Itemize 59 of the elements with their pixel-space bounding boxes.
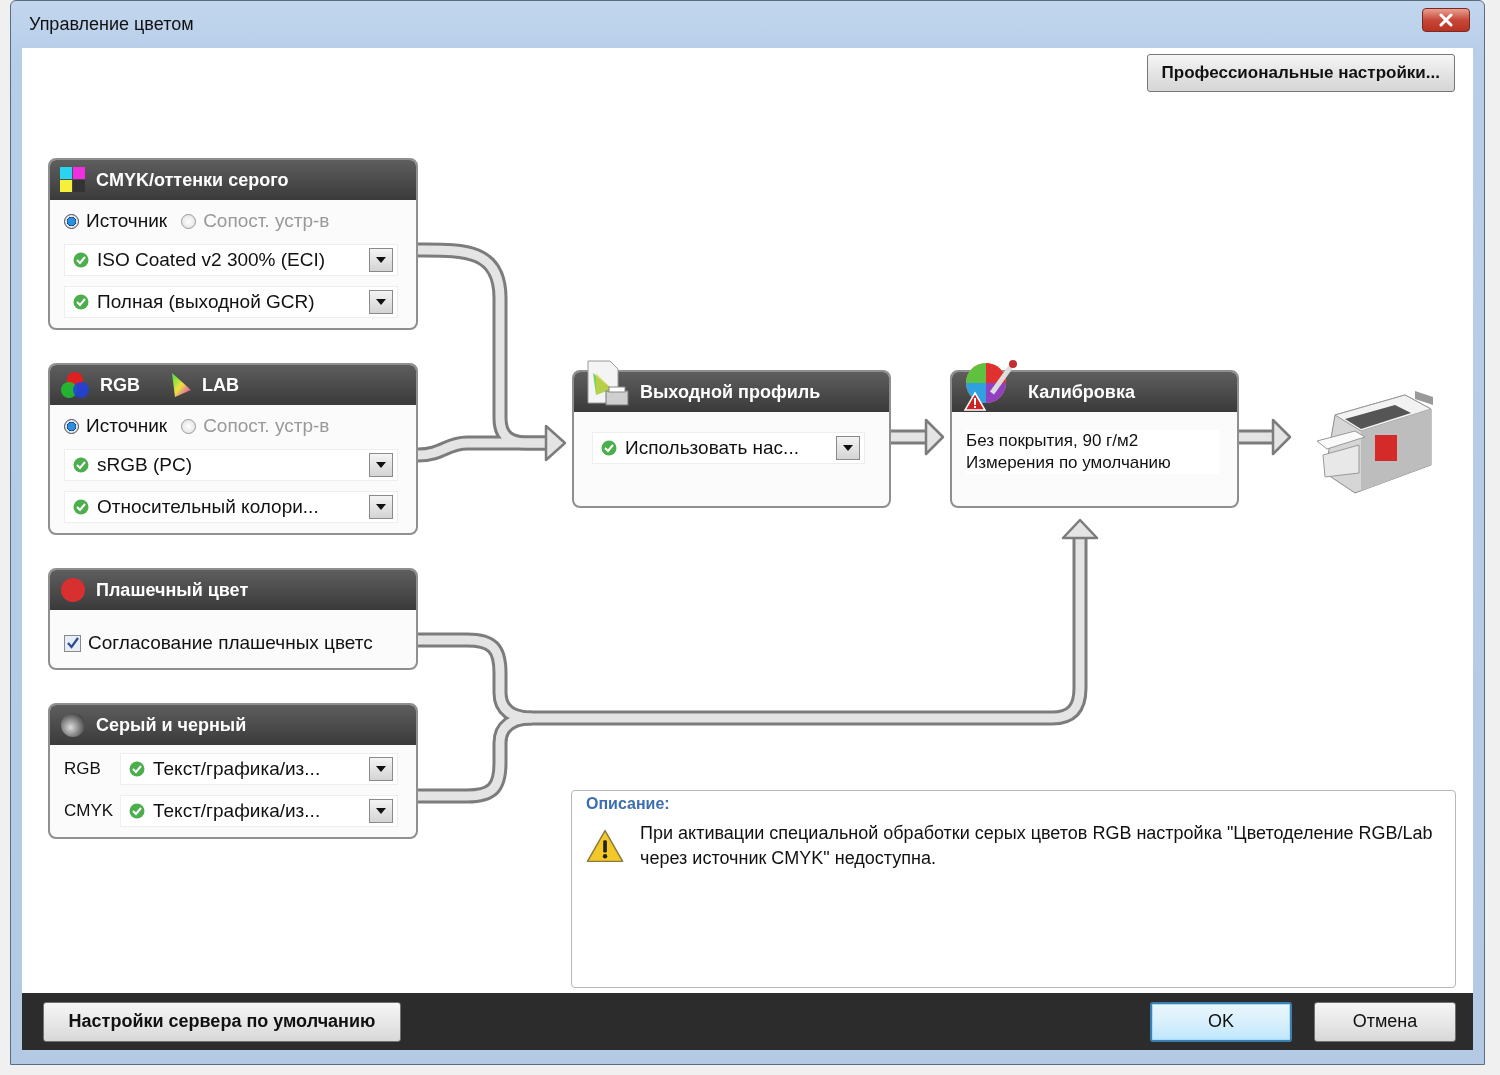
caret-icon <box>375 256 387 264</box>
checkbox[interactable] <box>64 634 81 652</box>
dropdown-arrow-button[interactable] <box>369 799 393 823</box>
caret-icon <box>375 461 387 469</box>
panel-title: CMYK/оттенки серого <box>96 169 289 191</box>
window-title: Управление цветом <box>29 14 194 35</box>
check-icon <box>129 803 145 819</box>
pro-settings-button[interactable]: Профессиональные настройки... <box>1146 54 1455 92</box>
checkbox-label[interactable]: Согласование плашечных цветс <box>88 632 373 654</box>
check-icon <box>129 761 145 777</box>
panel-title: Серый и черный <box>96 714 247 736</box>
description-heading: Описание: <box>586 795 671 813</box>
caret-icon <box>842 444 854 452</box>
caret-icon <box>375 503 387 511</box>
check-icon <box>73 499 89 515</box>
profile-dropdown[interactable]: Относительный колори... <box>64 491 398 523</box>
dialog-button[interactable]: Отмена <box>1314 1001 1456 1042</box>
caret-icon <box>375 298 387 306</box>
color-squares-icon <box>60 167 86 193</box>
calibration-info: Без покрытия, 90 г/м2 <box>966 430 1140 452</box>
overlapping-circles-icon <box>60 370 90 400</box>
panel-title: Плашечный цвет <box>96 579 249 601</box>
dropdown-arrow-button[interactable] <box>369 248 393 272</box>
dropdown-arrow-button[interactable] <box>369 453 393 477</box>
caret-icon <box>375 807 387 815</box>
profile-dropdown[interactable]: Текст/графика/из... <box>120 795 398 827</box>
profile-dropdown[interactable]: Текст/графика/из... <box>120 753 398 785</box>
calibration-info: Измерения по умолчанию <box>966 452 1172 474</box>
profile-dropdown[interactable]: ISO Coated v2 300% (ECI) <box>64 244 398 276</box>
description-text: При активации специальной обработки серых цветов RGB настройка "Цветоделение RGB/Lab через источник CMYK" недоступна. <box>640 822 1434 870</box>
gradient-triangle-icon <box>170 372 192 398</box>
dropdown-arrow-button[interactable] <box>369 495 393 519</box>
panel-title: Выходной профиль <box>640 381 821 403</box>
radio-button[interactable] <box>64 213 79 229</box>
panel-title: Калибровка <box>1028 381 1135 403</box>
panel-title: RGB <box>100 374 140 396</box>
check-icon <box>73 252 89 268</box>
dropdown-arrow-button[interactable] <box>836 436 860 460</box>
connector-arrow <box>891 418 945 456</box>
default-settings-button[interactable]: Настройки сервера по умолчанию <box>43 1001 401 1042</box>
row-label: RGB <box>64 759 102 779</box>
check-icon <box>601 440 617 456</box>
radio-label[interactable]: Источник <box>86 210 168 232</box>
profile-dropdown[interactable]: sRGB (PC) <box>64 449 398 481</box>
caret-icon <box>375 765 387 773</box>
dialog-button[interactable]: OK <box>1150 1001 1292 1042</box>
dropdown-arrow-button[interactable] <box>369 290 393 314</box>
check-icon <box>73 294 89 310</box>
profile-dropdown[interactable]: Полная (выходной GCR) <box>64 286 398 318</box>
radio-button[interactable] <box>64 418 79 434</box>
close-button[interactable] <box>1422 7 1470 32</box>
connector-arrow <box>1239 418 1292 456</box>
radio-label[interactable]: Источник <box>86 415 168 437</box>
dot-icon <box>60 577 86 603</box>
panel-title: LAB <box>202 374 239 396</box>
profile-dropdown[interactable]: Использовать нас... <box>592 432 865 464</box>
check-icon <box>73 457 89 473</box>
sphere-icon <box>60 712 86 738</box>
dropdown-arrow-button[interactable] <box>369 757 393 781</box>
